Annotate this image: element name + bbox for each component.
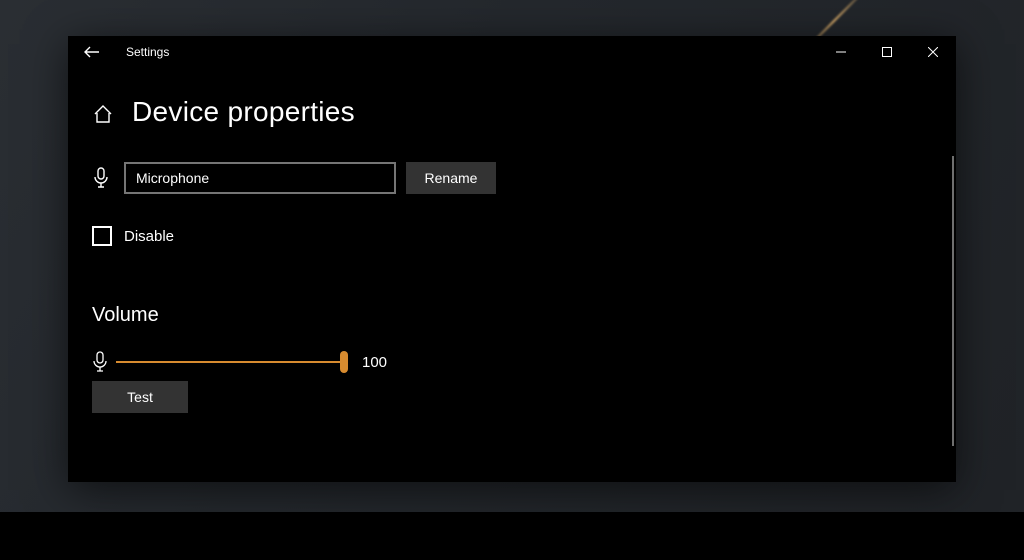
page-title: Device properties (132, 96, 355, 128)
window-controls (818, 36, 956, 68)
volume-section-title: Volume (92, 304, 932, 327)
disable-row: Disable (92, 226, 932, 246)
device-name-input[interactable] (124, 162, 396, 194)
volume-row: 100 (92, 351, 932, 373)
scrollbar[interactable] (952, 156, 954, 446)
microphone-icon (92, 351, 108, 373)
minimize-button[interactable] (818, 36, 864, 68)
content-area: Device properties Rename Disable Volume (68, 68, 956, 482)
page-header: Device properties (92, 96, 932, 128)
close-button[interactable] (910, 36, 956, 68)
settings-window: Settings Device properties (68, 36, 956, 482)
test-button[interactable]: Test (92, 381, 188, 413)
volume-slider-thumb[interactable] (340, 351, 348, 373)
titlebar: Settings (68, 36, 956, 68)
volume-value: 100 (362, 354, 387, 371)
back-button[interactable] (82, 42, 102, 62)
disable-checkbox[interactable] (92, 226, 112, 246)
home-icon[interactable] (92, 103, 114, 125)
device-name-row: Rename (92, 162, 932, 194)
maximize-button[interactable] (864, 36, 910, 68)
rename-button[interactable]: Rename (406, 162, 496, 194)
microphone-icon (92, 167, 110, 189)
volume-slider[interactable] (116, 361, 344, 363)
disable-label: Disable (124, 228, 174, 245)
app-title: Settings (126, 45, 169, 59)
